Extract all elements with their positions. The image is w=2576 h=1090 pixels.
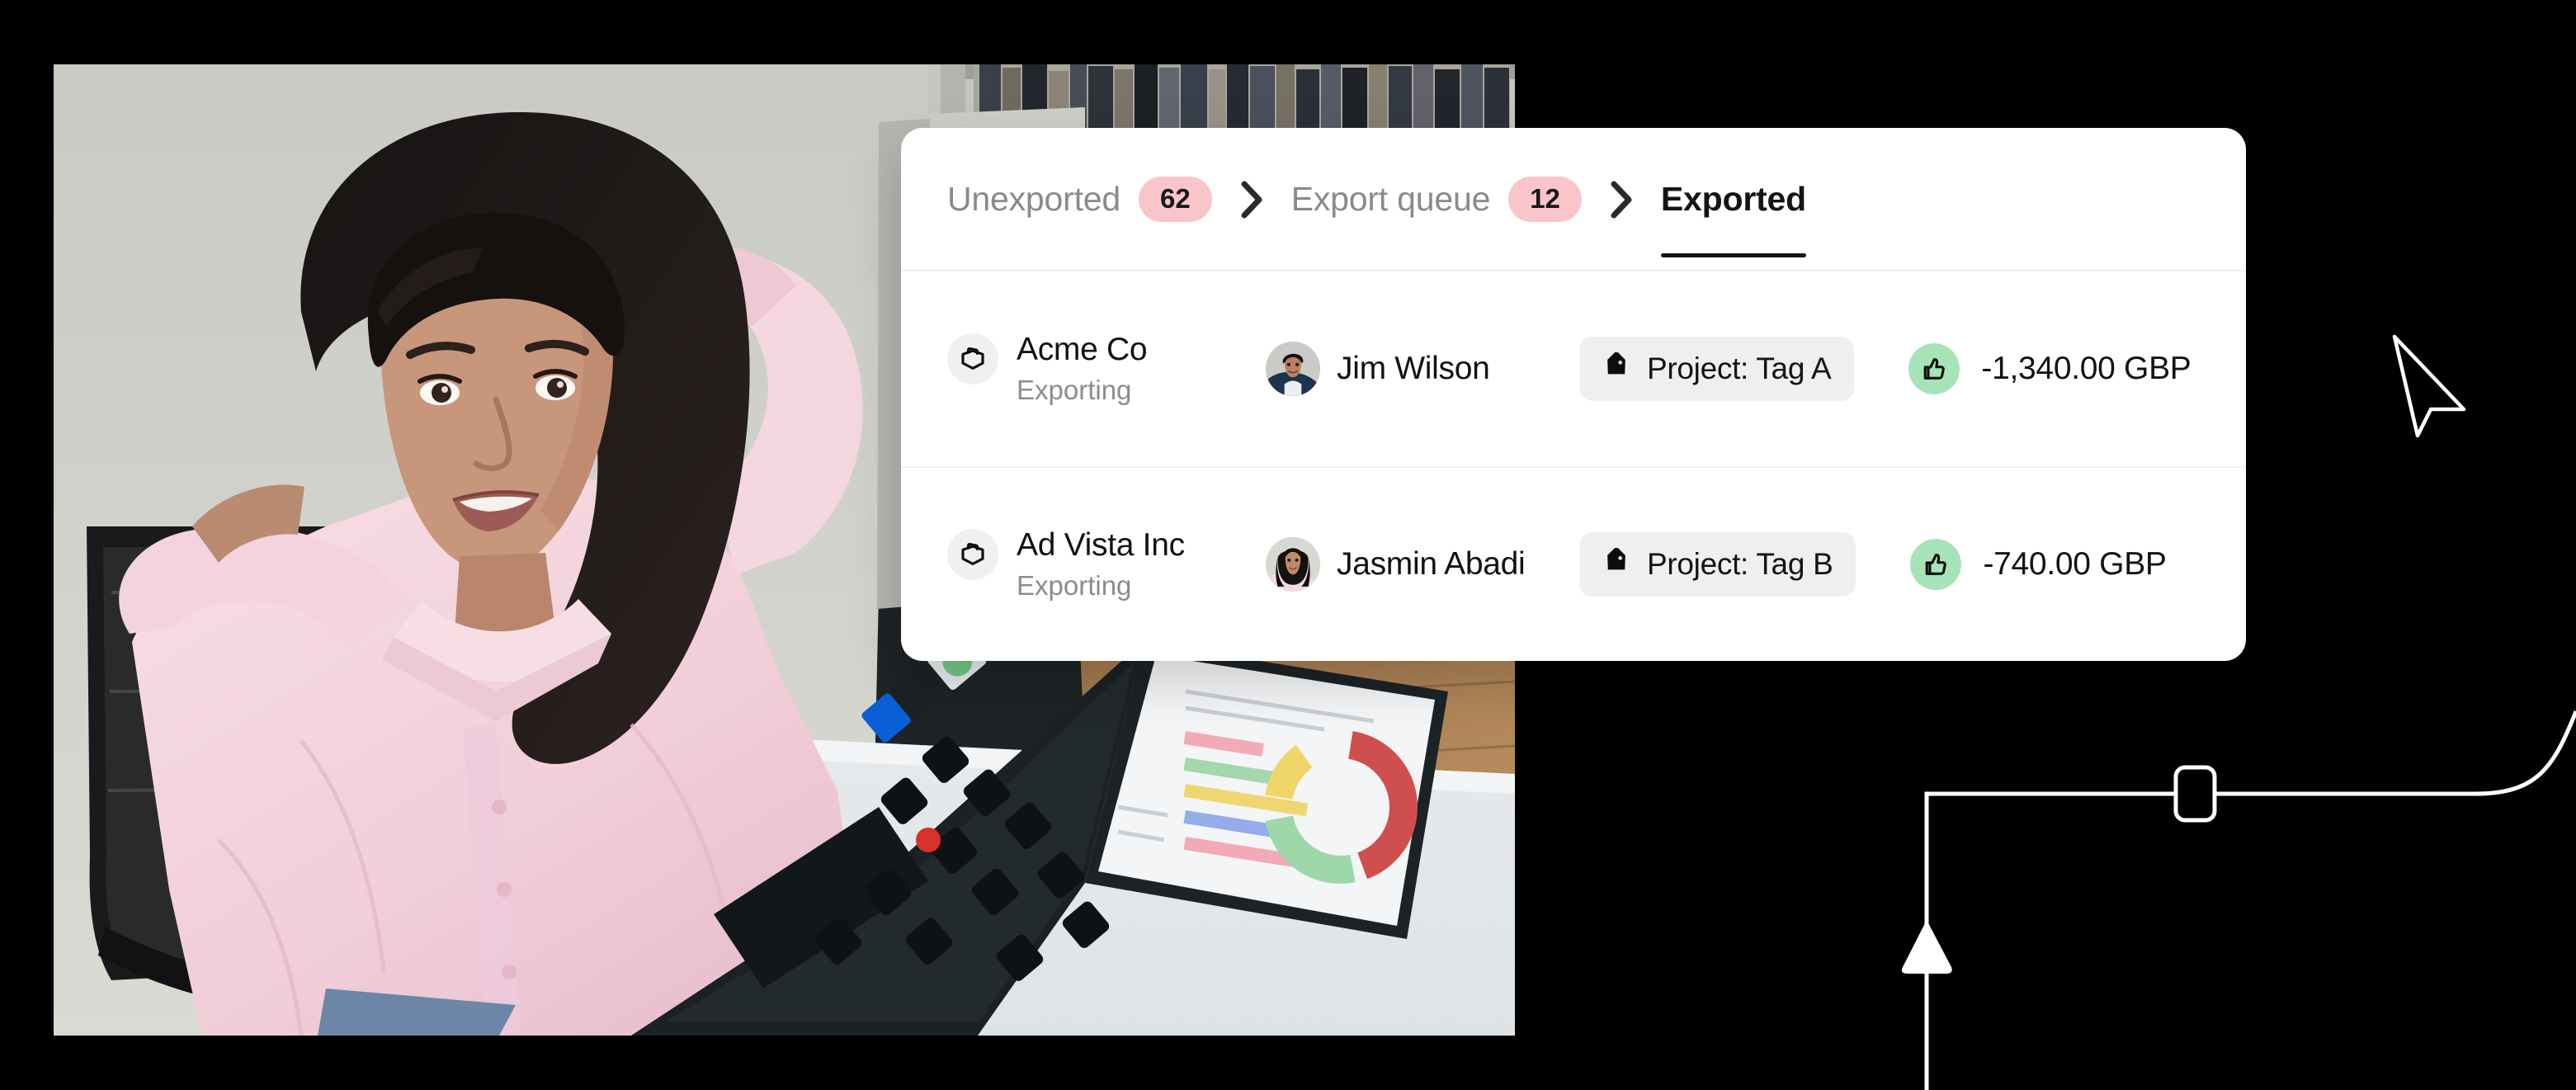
company-text: Acme Co Exporting bbox=[1017, 331, 1148, 406]
tab-label: Unexported bbox=[947, 180, 1121, 218]
rounded-square-node bbox=[2173, 765, 2217, 823]
project-tag-pill[interactable]: Project: Tag A bbox=[1579, 336, 1855, 401]
assignee-cell[interactable]: Jim Wilson bbox=[1266, 341, 1551, 396]
exported-list: Acme Co Exporting Jim Wilson Project: Ta… bbox=[901, 271, 2246, 661]
pipeline-tabs: Unexported 62 Export queue 12 Exported bbox=[901, 128, 2246, 271]
tab-label: Export queue bbox=[1290, 180, 1491, 218]
tab-export-queue[interactable]: Export queue 12 bbox=[1291, 128, 1582, 271]
tab-exported[interactable]: Exported bbox=[1660, 128, 1806, 271]
tag-icon bbox=[1602, 546, 1630, 580]
tag-label: Project: Tag A bbox=[1647, 351, 1832, 385]
tag-icon bbox=[1602, 351, 1630, 385]
elbow-connector-curve bbox=[2195, 710, 2576, 796]
chevron-right-icon bbox=[1582, 128, 1661, 271]
avatar-jim-wilson bbox=[1266, 341, 1320, 396]
amount-cell: -740.00 GBP bbox=[1910, 538, 2167, 590]
tab-unexported[interactable]: Unexported 62 bbox=[947, 128, 1212, 271]
briefcase-icon bbox=[947, 528, 998, 580]
active-tab-underline bbox=[1660, 253, 1806, 257]
company-text: Ad Vista Inc Exporting bbox=[1017, 527, 1185, 602]
triangle-marker bbox=[1901, 920, 1952, 974]
export-pipeline-card: Unexported 62 Export queue 12 Exported A… bbox=[901, 128, 2246, 661]
company-status: Exporting bbox=[1017, 569, 1132, 601]
amount-cell: -1,340.00 GBP bbox=[1908, 342, 2191, 394]
chevron-right-icon bbox=[1212, 128, 1291, 271]
avatar-jasmin-abadi bbox=[1266, 536, 1320, 592]
assignee-name: Jim Wilson bbox=[1337, 350, 1490, 386]
amount-value: -740.00 GBP bbox=[1983, 545, 2167, 582]
assignee-name: Jasmin Abadi bbox=[1337, 545, 1526, 582]
company-name: Ad Vista Inc bbox=[1017, 526, 1185, 563]
tab-badge-count: 62 bbox=[1138, 177, 1212, 222]
assignee-cell[interactable]: Jasmin Abadi bbox=[1266, 536, 1551, 592]
mouse-pointer-icon bbox=[2392, 334, 2466, 437]
thumbs-up-icon[interactable] bbox=[1910, 538, 1962, 590]
project-tag-pill[interactable]: Project: Tag B bbox=[1579, 531, 1857, 597]
amount-value: -1,340.00 GBP bbox=[1981, 350, 2191, 386]
table-row[interactable]: Acme Co Exporting Jim Wilson Project: Ta… bbox=[901, 271, 2246, 466]
table-row[interactable]: Ad Vista Inc Exporting Jasmin Abadi Proj… bbox=[901, 466, 2246, 661]
company-name: Acme Co bbox=[1017, 331, 1148, 367]
company-cell: Ad Vista Inc Exporting bbox=[947, 527, 1185, 602]
tab-badge-count: 12 bbox=[1508, 177, 1582, 222]
elbow-connector-line bbox=[1924, 791, 2195, 1090]
briefcase-icon bbox=[947, 333, 998, 385]
tag-label: Project: Tag B bbox=[1647, 546, 1833, 581]
company-cell: Acme Co Exporting bbox=[947, 332, 1154, 406]
thumbs-up-icon[interactable] bbox=[1908, 342, 1960, 394]
company-status: Exporting bbox=[1017, 374, 1132, 405]
tab-label: Exported bbox=[1660, 180, 1806, 218]
screen-root: MICHELIN bbox=[0, 0, 2576, 1090]
